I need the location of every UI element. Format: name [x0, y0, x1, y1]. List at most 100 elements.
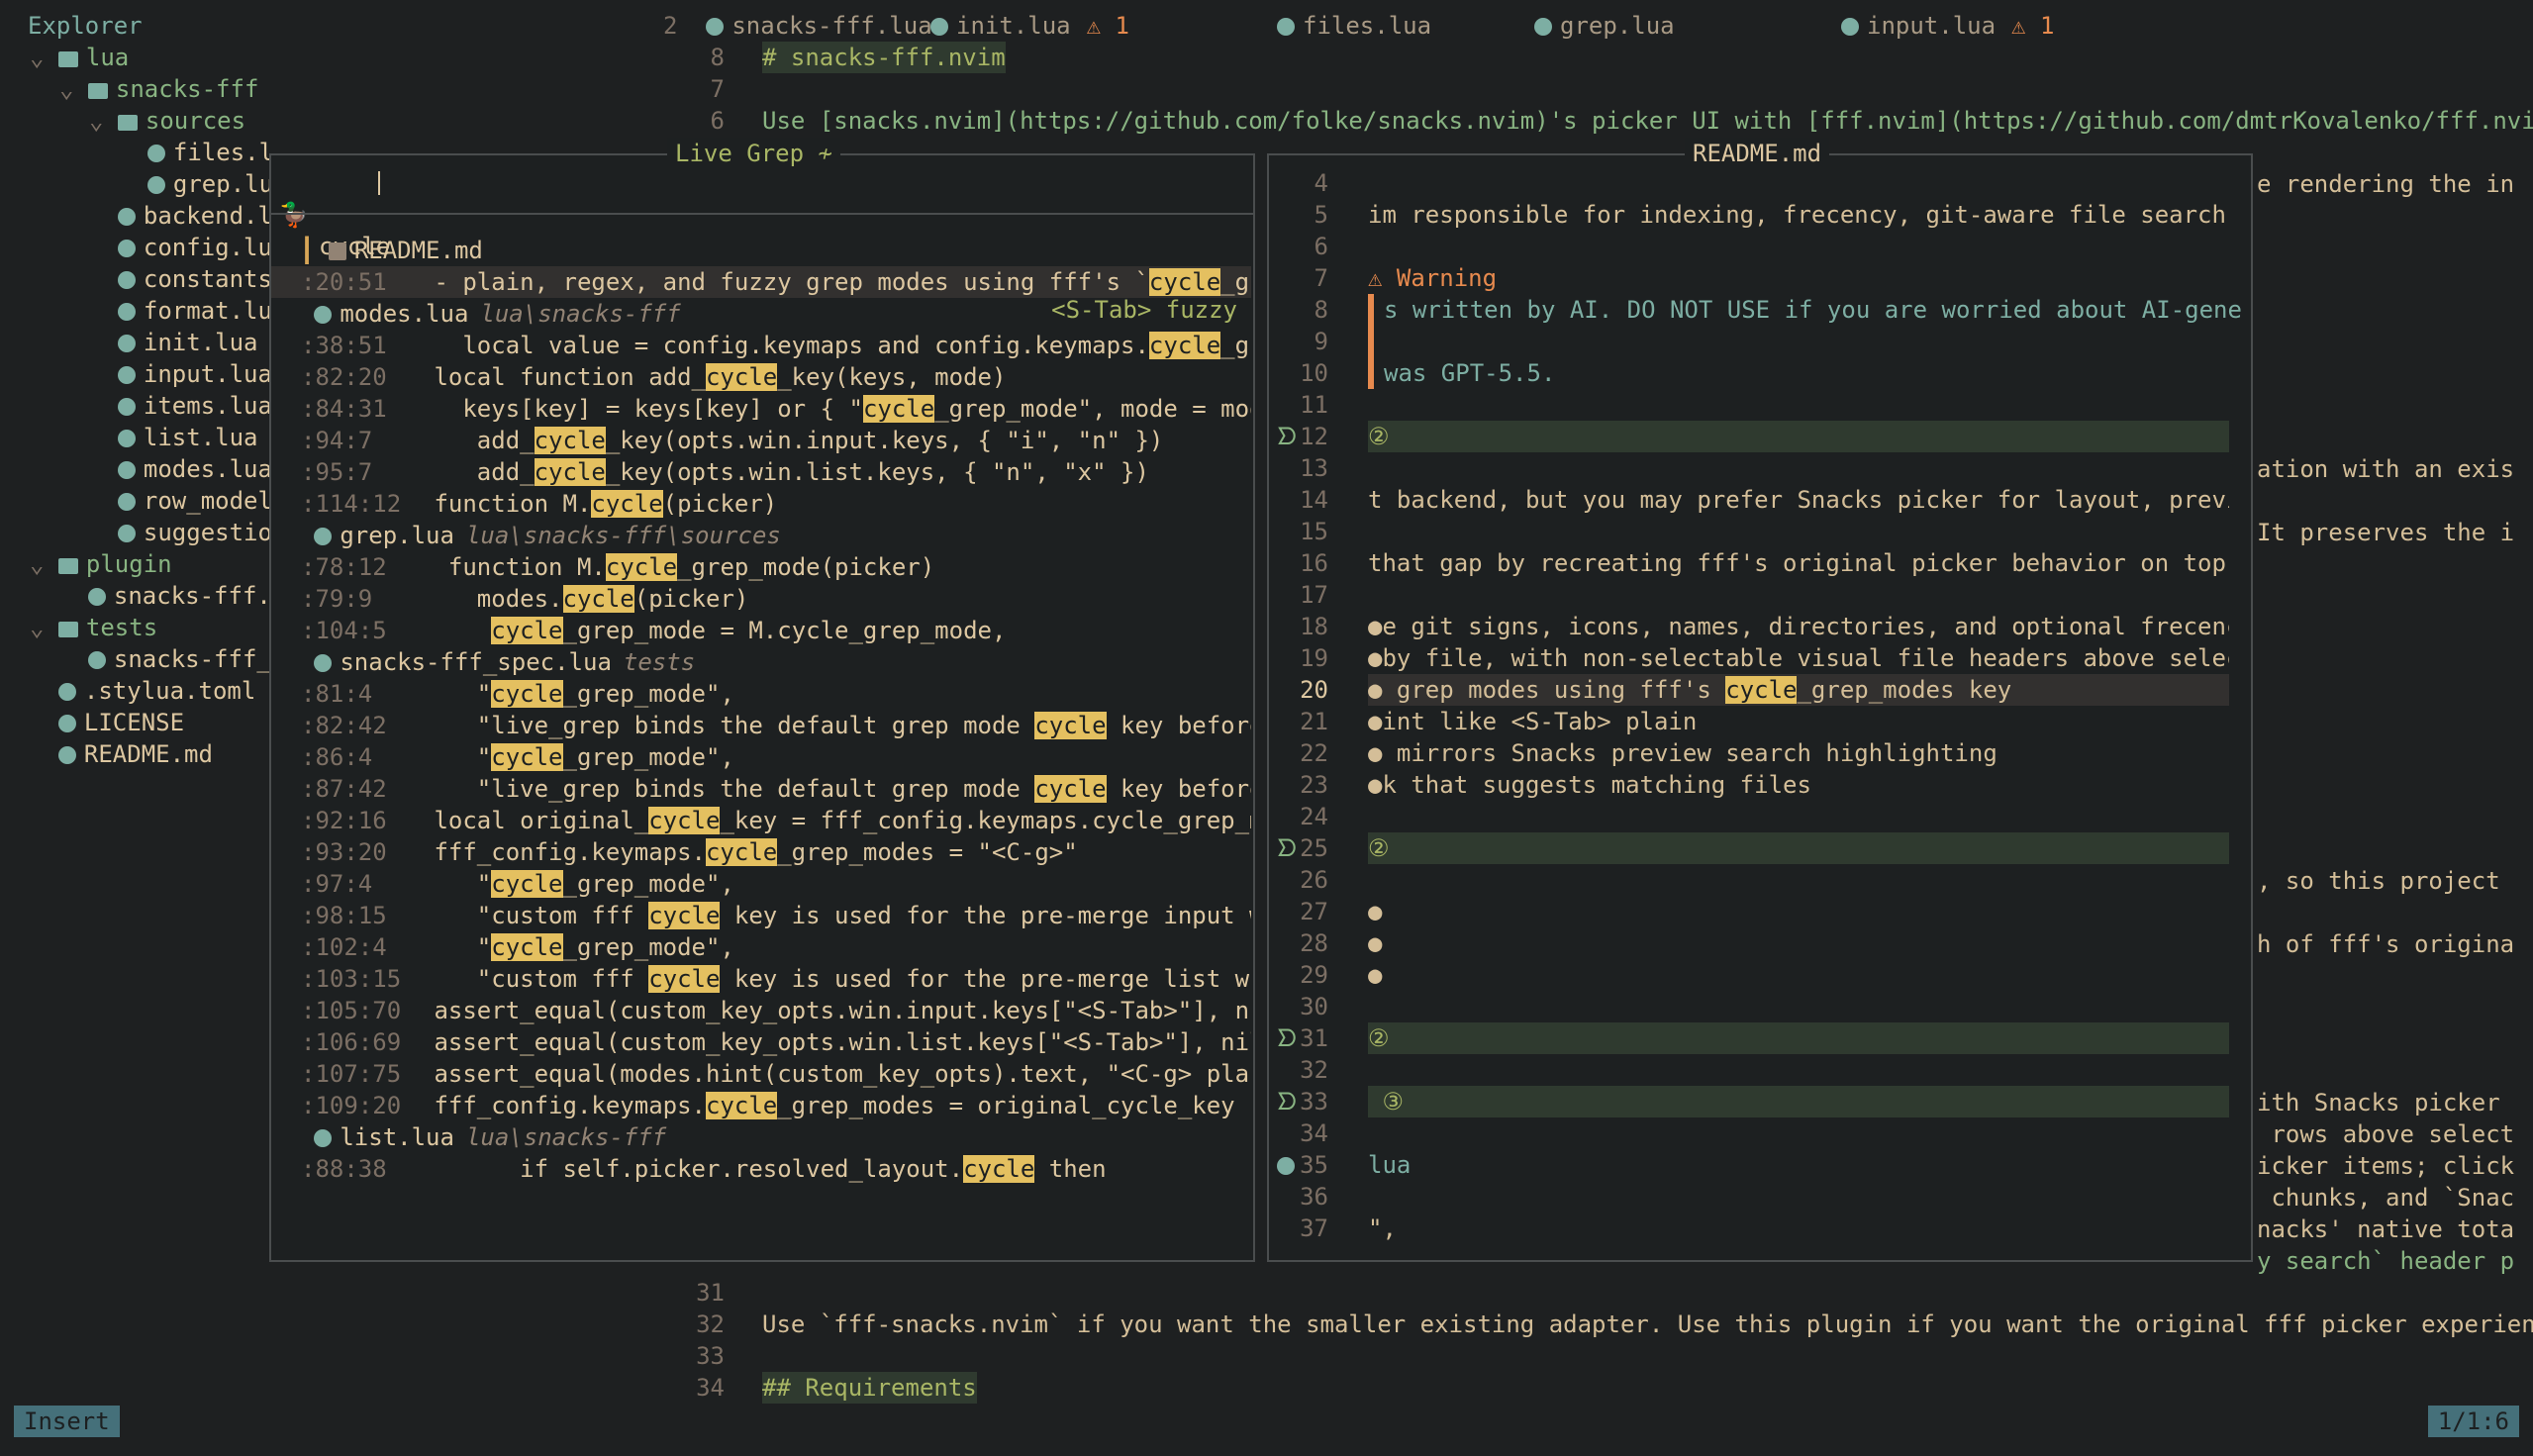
tab-label: grep.lua	[1560, 12, 1675, 40]
result-location: :86:4	[301, 743, 373, 771]
result-match[interactable]: :104:5 cycle_grep_mode = M.cycle_grep_mo…	[271, 615, 1251, 646]
result-match[interactable]: :78:12 function M.cycle_grep_mode(picker…	[271, 551, 1251, 583]
result-match[interactable]: :94:7 add_cycle_key(opts.win.input.keys,…	[271, 425, 1251, 456]
explorer-item[interactable]: modes.lua	[89, 453, 272, 485]
result-match[interactable]: :86:4 "cycle_grep_mode",	[271, 741, 1251, 773]
explorer-item[interactable]: snacks-fff_	[59, 643, 271, 675]
explorer-item[interactable]: files.l	[119, 137, 273, 168]
explorer-item[interactable]: constants	[89, 263, 272, 295]
tab-2[interactable]: files.lua	[1277, 10, 1431, 42]
explorer-item-label: tests	[85, 614, 158, 641]
result-match[interactable]: :106:69 assert_equal(custom_key_opts.win…	[271, 1026, 1251, 1058]
editor-line-fragment: nacks' native tota	[2257, 1215, 2515, 1243]
explorer-item[interactable]: ⌄ tests	[30, 612, 157, 643]
explorer-item[interactable]: format.lu	[89, 295, 272, 327]
result-match[interactable]: :84:31 keys[key] = keys[key] or { "cycle…	[271, 393, 1251, 425]
result-text: fff_config.keymaps.	[420, 838, 706, 866]
tab-1[interactable]: init.lua ⚠ 1	[930, 10, 1129, 42]
result-match[interactable]: :82:20 local function add_cycle_key(keys…	[271, 361, 1251, 393]
result-text-rest: _grep_mode", mode = mode	[934, 395, 1251, 423]
result-file-header[interactable]: modes.lua lua\snacks-fff	[271, 298, 1251, 330]
match-highlight: cycle	[591, 490, 663, 518]
explorer-item[interactable]: init.lua	[89, 327, 258, 358]
result-match[interactable]: :98:15 "custom fff cycle key is used for…	[271, 900, 1251, 931]
explorer-item[interactable]: items.lua	[89, 390, 272, 422]
result-match[interactable]: :92:16 local original_cycle_key = fff_co…	[271, 805, 1251, 836]
result-text: assert_equal(custom_key_opts.win.input.k…	[420, 997, 1251, 1024]
explorer-item[interactable]: ⌄ sources	[89, 105, 245, 137]
result-text-rest: _gre	[1220, 268, 1251, 296]
result-match[interactable]: :93:20 fff_config.keymaps.cycle_grep_mod…	[271, 836, 1251, 868]
lua-sign-icon	[1277, 1149, 1303, 1181]
result-text-rest: key is used for the pre-merge input win	[720, 902, 1251, 929]
result-match[interactable]: :81:4 "cycle_grep_mode",	[271, 678, 1251, 710]
explorer-item[interactable]: README.md	[30, 738, 213, 770]
explorer-item[interactable]: config.lu	[89, 232, 272, 263]
explorer-item[interactable]: suggestio	[89, 517, 272, 548]
preview-line-text: ● grep modes using fff's	[1368, 676, 1726, 704]
result-text-rest: then	[1034, 1155, 1107, 1183]
result-file-header[interactable]: snacks-fff_spec.lua tests	[271, 646, 1251, 678]
result-match[interactable]: :88:38 if self.picker.resolved_layout.cy…	[271, 1153, 1251, 1185]
preview-line-number: 7	[1314, 264, 1328, 292]
result-match[interactable]: :97:4 "cycle_grep_mode",	[271, 868, 1251, 900]
result-text: add_	[420, 427, 535, 454]
result-match[interactable]: :109:20 fff_config.keymaps.cycle_grep_mo…	[271, 1090, 1251, 1121]
file-icon	[117, 430, 136, 447]
result-match[interactable]: :20:51 - plain, regex, and fuzzy grep mo…	[271, 266, 1251, 298]
preview-line-text: ",	[1368, 1214, 1397, 1242]
result-match[interactable]: :103:15 "custom fff cycle key is used fo…	[271, 963, 1251, 995]
explorer-item[interactable]: row_model	[89, 485, 272, 517]
result-match[interactable]: :87:42 "live_grep binds the default grep…	[271, 773, 1251, 805]
result-match[interactable]: :95:7 add_cycle_key(opts.win.list.keys, …	[271, 456, 1251, 488]
explorer-item[interactable]: ⌄ plugin	[30, 548, 172, 580]
result-text: function M.	[420, 490, 592, 518]
preview-line-text: s written by AI. DO NOT USE if you are w…	[1384, 296, 2245, 324]
explorer-item[interactable]: LICENSE	[30, 707, 184, 738]
file-icon	[57, 746, 76, 764]
result-match[interactable]: :102:4 "cycle_grep_mode",	[271, 931, 1251, 963]
result-file-header[interactable]: list.lua lua\snacks-fff	[271, 1121, 1251, 1153]
tab-3[interactable]: grep.lua	[1534, 10, 1675, 42]
chevron-down-icon: ⌄	[89, 107, 118, 135]
result-match[interactable]: :38:51 local value = config.keymaps and …	[271, 330, 1251, 361]
result-filename: grep.lua	[340, 522, 454, 549]
tab-0[interactable]: 2 snacks-fff.lua	[663, 10, 932, 42]
tab-4[interactable]: input.lua ⚠ 1	[1841, 10, 2054, 42]
result-text: local original_	[420, 807, 649, 834]
result-location: :97:4	[301, 870, 373, 898]
explorer-item[interactable]: .stylua.toml	[30, 675, 255, 707]
result-match[interactable]: :82:42 "live_grep binds the default grep…	[271, 710, 1251, 741]
tab-label: files.lua	[1303, 12, 1432, 40]
result-match[interactable]: :114:12 function M.cycle(picker)	[271, 488, 1251, 520]
explorer-item[interactable]: grep.lu	[119, 168, 273, 200]
preview-line: ⚠ Warning	[1368, 262, 2229, 294]
line-number: 34	[696, 1374, 725, 1402]
line-number: 31	[696, 1279, 725, 1307]
explorer-item[interactable]: input.lua	[89, 358, 272, 390]
explorer-item[interactable]: backend.l	[89, 200, 272, 232]
preview-line	[1368, 991, 2229, 1022]
explorer-item[interactable]: ⌄ snacks-fff	[59, 73, 258, 105]
result-text: keys[key] = keys[key] or { "	[420, 395, 863, 423]
result-match[interactable]: :107:75 assert_equal(modes.hint(custom_k…	[271, 1058, 1251, 1090]
folder-icon	[87, 83, 108, 99]
preview-line: ●by file, with non-selectable visual fil…	[1368, 642, 2229, 674]
editor-line-fragment: , so this project	[2257, 867, 2500, 895]
result-match[interactable]: :79:9 modes.cycle(picker)	[271, 583, 1251, 615]
explorer-item[interactable]: ⌄ lua	[30, 42, 129, 73]
explorer-item[interactable]: snacks-fff.	[59, 580, 271, 612]
tab-label: snacks-fff.lua	[731, 12, 932, 40]
result-location: :102:4	[301, 933, 387, 961]
result-path: tests	[623, 648, 696, 676]
explorer-item[interactable]: list.lua	[89, 422, 258, 453]
result-file-header[interactable]: ┃ README.md	[271, 235, 1251, 266]
preview-line-number: 34	[1300, 1119, 1328, 1147]
result-text: "	[420, 870, 492, 898]
result-file-header[interactable]: grep.lua lua\snacks-fff\sources	[271, 520, 1251, 551]
picker-input-row[interactable]: 🦆 cycle <S-Tab> fuzzy	[271, 167, 1253, 324]
result-match[interactable]: :105:70 assert_equal(custom_key_opts.win…	[271, 995, 1251, 1026]
lua-icon	[314, 654, 333, 672]
